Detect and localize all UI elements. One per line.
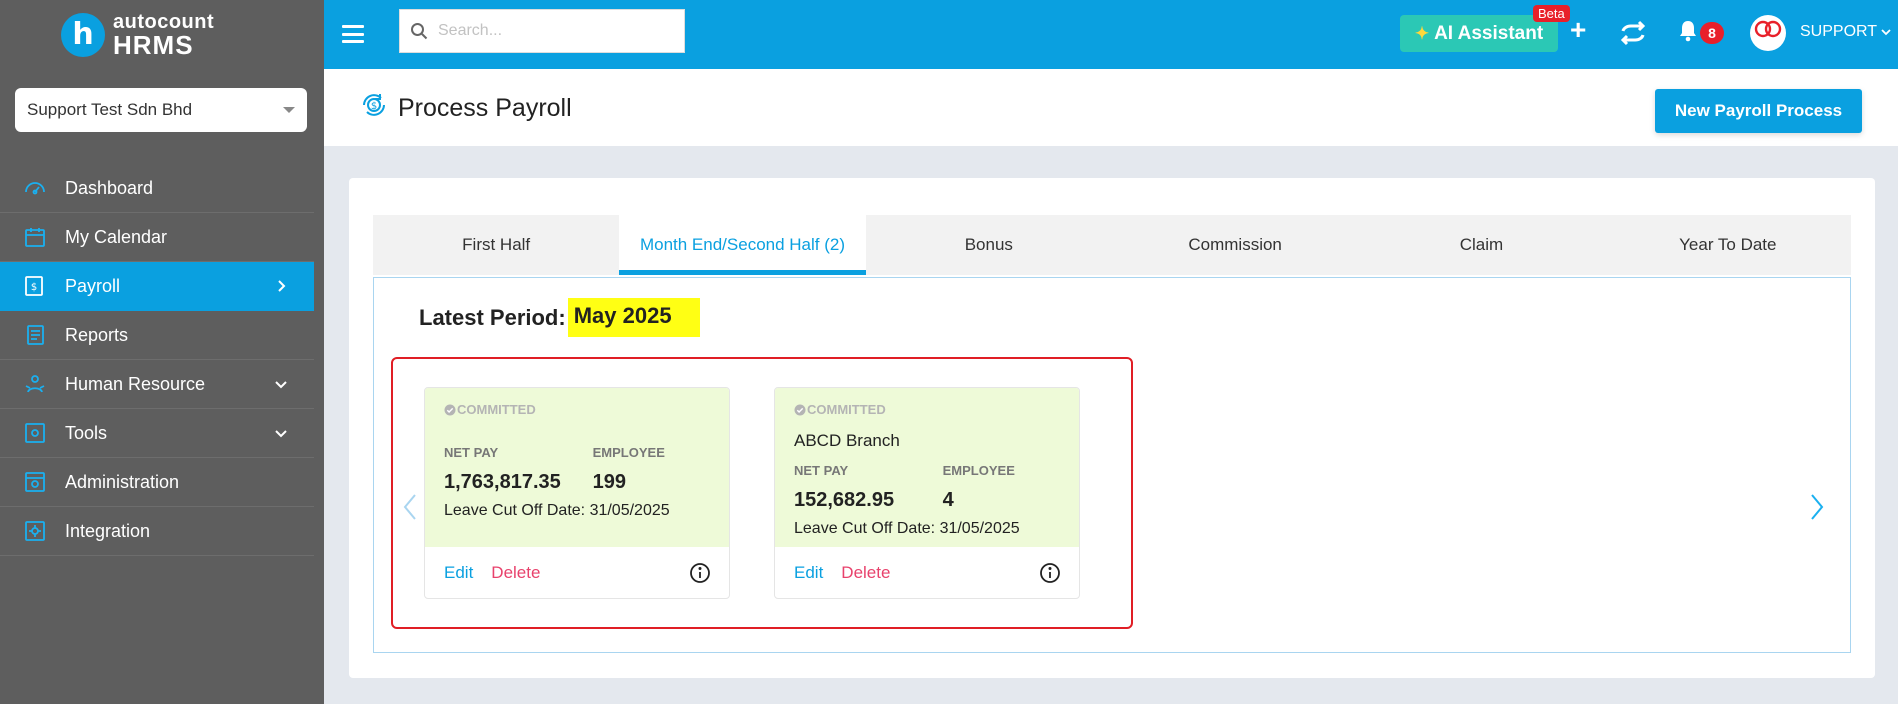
net-pay-label: NET PAY bbox=[794, 463, 849, 478]
sidebar-item-label: Integration bbox=[65, 520, 151, 541]
sidebar-item-label: Reports bbox=[65, 324, 129, 345]
sidebar-item-human-resource[interactable]: Human Resource bbox=[0, 360, 314, 409]
integration-icon bbox=[22, 519, 48, 543]
sidebar-item-label: Tools bbox=[65, 422, 108, 443]
tab-commission[interactable]: Commission bbox=[1112, 215, 1358, 275]
calendar-icon bbox=[22, 225, 48, 249]
chevron-right-icon bbox=[274, 279, 288, 293]
net-pay-label: NET PAY bbox=[444, 445, 499, 460]
carousel-prev-icon[interactable] bbox=[402, 493, 418, 521]
sidebar-item-administration[interactable]: Administration bbox=[0, 458, 314, 507]
tab-month-end-second-half[interactable]: Month End/Second Half (2) bbox=[619, 215, 866, 275]
user-menu[interactable]: SUPPORT bbox=[1800, 23, 1891, 41]
logo-brand: autocount bbox=[113, 10, 215, 33]
process-payroll-icon: $ bbox=[360, 91, 388, 126]
check-circle-icon bbox=[444, 404, 456, 415]
carousel-next-icon[interactable] bbox=[1809, 493, 1825, 521]
svg-text:$: $ bbox=[31, 282, 37, 293]
main-card: First Half Month End/Second Half (2) Bon… bbox=[349, 178, 1875, 678]
latest-period-value: May 2025 bbox=[567, 298, 700, 337]
edit-link[interactable]: Edit bbox=[444, 563, 473, 583]
sidebar-item-payroll[interactable]: $ Payroll bbox=[0, 262, 314, 311]
payroll-card: COMMITTED NET PAY 1,763,817.35 EMPLOYEE … bbox=[424, 387, 730, 599]
payroll-card: COMMITTED ABCD Branch NET PAY 152,682.95… bbox=[774, 387, 1080, 599]
sidebar-item-integration[interactable]: Integration bbox=[0, 507, 314, 556]
tab-first-half[interactable]: First Half bbox=[373, 215, 619, 275]
latest-period-label: Latest Period: bbox=[419, 304, 566, 330]
tab-panel: Latest Period: May 2025 COMMITTED NET PA… bbox=[373, 277, 1851, 653]
administration-icon bbox=[22, 470, 48, 494]
logo-mark: h bbox=[61, 12, 105, 57]
search-icon bbox=[411, 23, 428, 40]
topbar: ✦ AI Assistant Beta + 8 SUPPORT bbox=[324, 0, 1898, 69]
sidebar-item-dashboard[interactable]: Dashboard bbox=[0, 164, 314, 213]
info-icon[interactable] bbox=[1039, 562, 1061, 589]
notification-count: 8 bbox=[1700, 22, 1724, 44]
chevron-down-icon bbox=[1881, 29, 1891, 36]
company-select[interactable]: Support Test Sdn Bhd bbox=[15, 88, 307, 132]
human-resource-icon bbox=[22, 372, 48, 396]
sidebar: h autocount HRMS Support Test Sdn Bhd Da… bbox=[0, 0, 324, 704]
leave-cutoff-date: Leave Cut Off Date: 31/05/2025 bbox=[444, 502, 670, 519]
employee-label: EMPLOYEE bbox=[942, 463, 1015, 478]
logo-product: HRMS bbox=[113, 29, 194, 60]
delete-link[interactable]: Delete bbox=[841, 563, 890, 583]
tab-claim[interactable]: Claim bbox=[1358, 215, 1604, 275]
beta-badge: Beta bbox=[1533, 5, 1570, 22]
sidebar-item-label: Human Resource bbox=[65, 373, 206, 394]
tools-icon bbox=[22, 421, 48, 445]
latest-period: Latest Period: May 2025 bbox=[419, 298, 700, 337]
status-badge: COMMITTED bbox=[457, 402, 536, 417]
search-box[interactable] bbox=[399, 9, 685, 53]
ai-assistant-label: AI Assistant bbox=[1434, 22, 1544, 44]
net-pay-value: 1,763,817.35 bbox=[444, 471, 561, 493]
net-pay-value: 152,682.95 bbox=[794, 489, 895, 511]
chevron-down-icon bbox=[274, 377, 288, 391]
caret-down-icon bbox=[283, 107, 295, 113]
sidebar-item-tools[interactable]: Tools bbox=[0, 409, 314, 458]
search-input[interactable] bbox=[438, 22, 668, 40]
sidebar-item-label: My Calendar bbox=[65, 226, 168, 247]
sidebar-item-label: Dashboard bbox=[65, 177, 154, 198]
user-name: SUPPORT bbox=[1800, 23, 1878, 40]
sidebar-item-reports[interactable]: Reports bbox=[0, 311, 314, 360]
logo[interactable]: h autocount HRMS bbox=[0, 0, 324, 69]
payroll-icon: $ bbox=[22, 274, 48, 298]
page-title: Process Payroll bbox=[398, 94, 572, 122]
branch-name: ABCD Branch bbox=[794, 431, 900, 450]
payroll-tabs: First Half Month End/Second Half (2) Bon… bbox=[373, 215, 1851, 275]
tab-year-to-date[interactable]: Year To Date bbox=[1605, 215, 1851, 275]
company-name: Support Test Sdn Bhd bbox=[27, 100, 193, 119]
sparkle-icon: ✦ bbox=[1414, 23, 1430, 43]
employee-count: 199 bbox=[592, 471, 627, 493]
bell-icon[interactable] bbox=[1678, 20, 1698, 47]
sidebar-item-label: Administration bbox=[65, 471, 180, 492]
sidebar-item-my-calendar[interactable]: My Calendar bbox=[0, 213, 314, 262]
page-header: $ Process Payroll New Payroll Process bbox=[324, 69, 1898, 146]
reports-icon bbox=[22, 323, 48, 347]
leave-cutoff-date: Leave Cut Off Date: 31/05/2025 bbox=[794, 520, 1020, 537]
status-badge: COMMITTED bbox=[807, 402, 886, 417]
avatar[interactable] bbox=[1750, 15, 1786, 51]
employee-label: EMPLOYEE bbox=[592, 445, 665, 460]
plus-icon[interactable]: + bbox=[1570, 16, 1586, 44]
edit-link[interactable]: Edit bbox=[794, 563, 823, 583]
new-payroll-process-button[interactable]: New Payroll Process bbox=[1655, 89, 1862, 133]
tab-bonus[interactable]: Bonus bbox=[866, 215, 1112, 275]
sidebar-item-label: Payroll bbox=[65, 275, 121, 296]
sidebar-nav: Dashboard My Calendar $ Payroll Reports bbox=[0, 164, 314, 556]
check-circle-icon bbox=[794, 404, 806, 415]
svg-text:$: $ bbox=[371, 101, 377, 112]
employee-count: 4 bbox=[942, 489, 954, 511]
delete-link[interactable]: Delete bbox=[491, 563, 540, 583]
menu-icon[interactable] bbox=[342, 22, 364, 46]
sync-icon[interactable] bbox=[1618, 18, 1648, 53]
info-icon[interactable] bbox=[689, 562, 711, 589]
chevron-down-icon bbox=[274, 426, 288, 440]
dashboard-icon bbox=[22, 176, 48, 200]
